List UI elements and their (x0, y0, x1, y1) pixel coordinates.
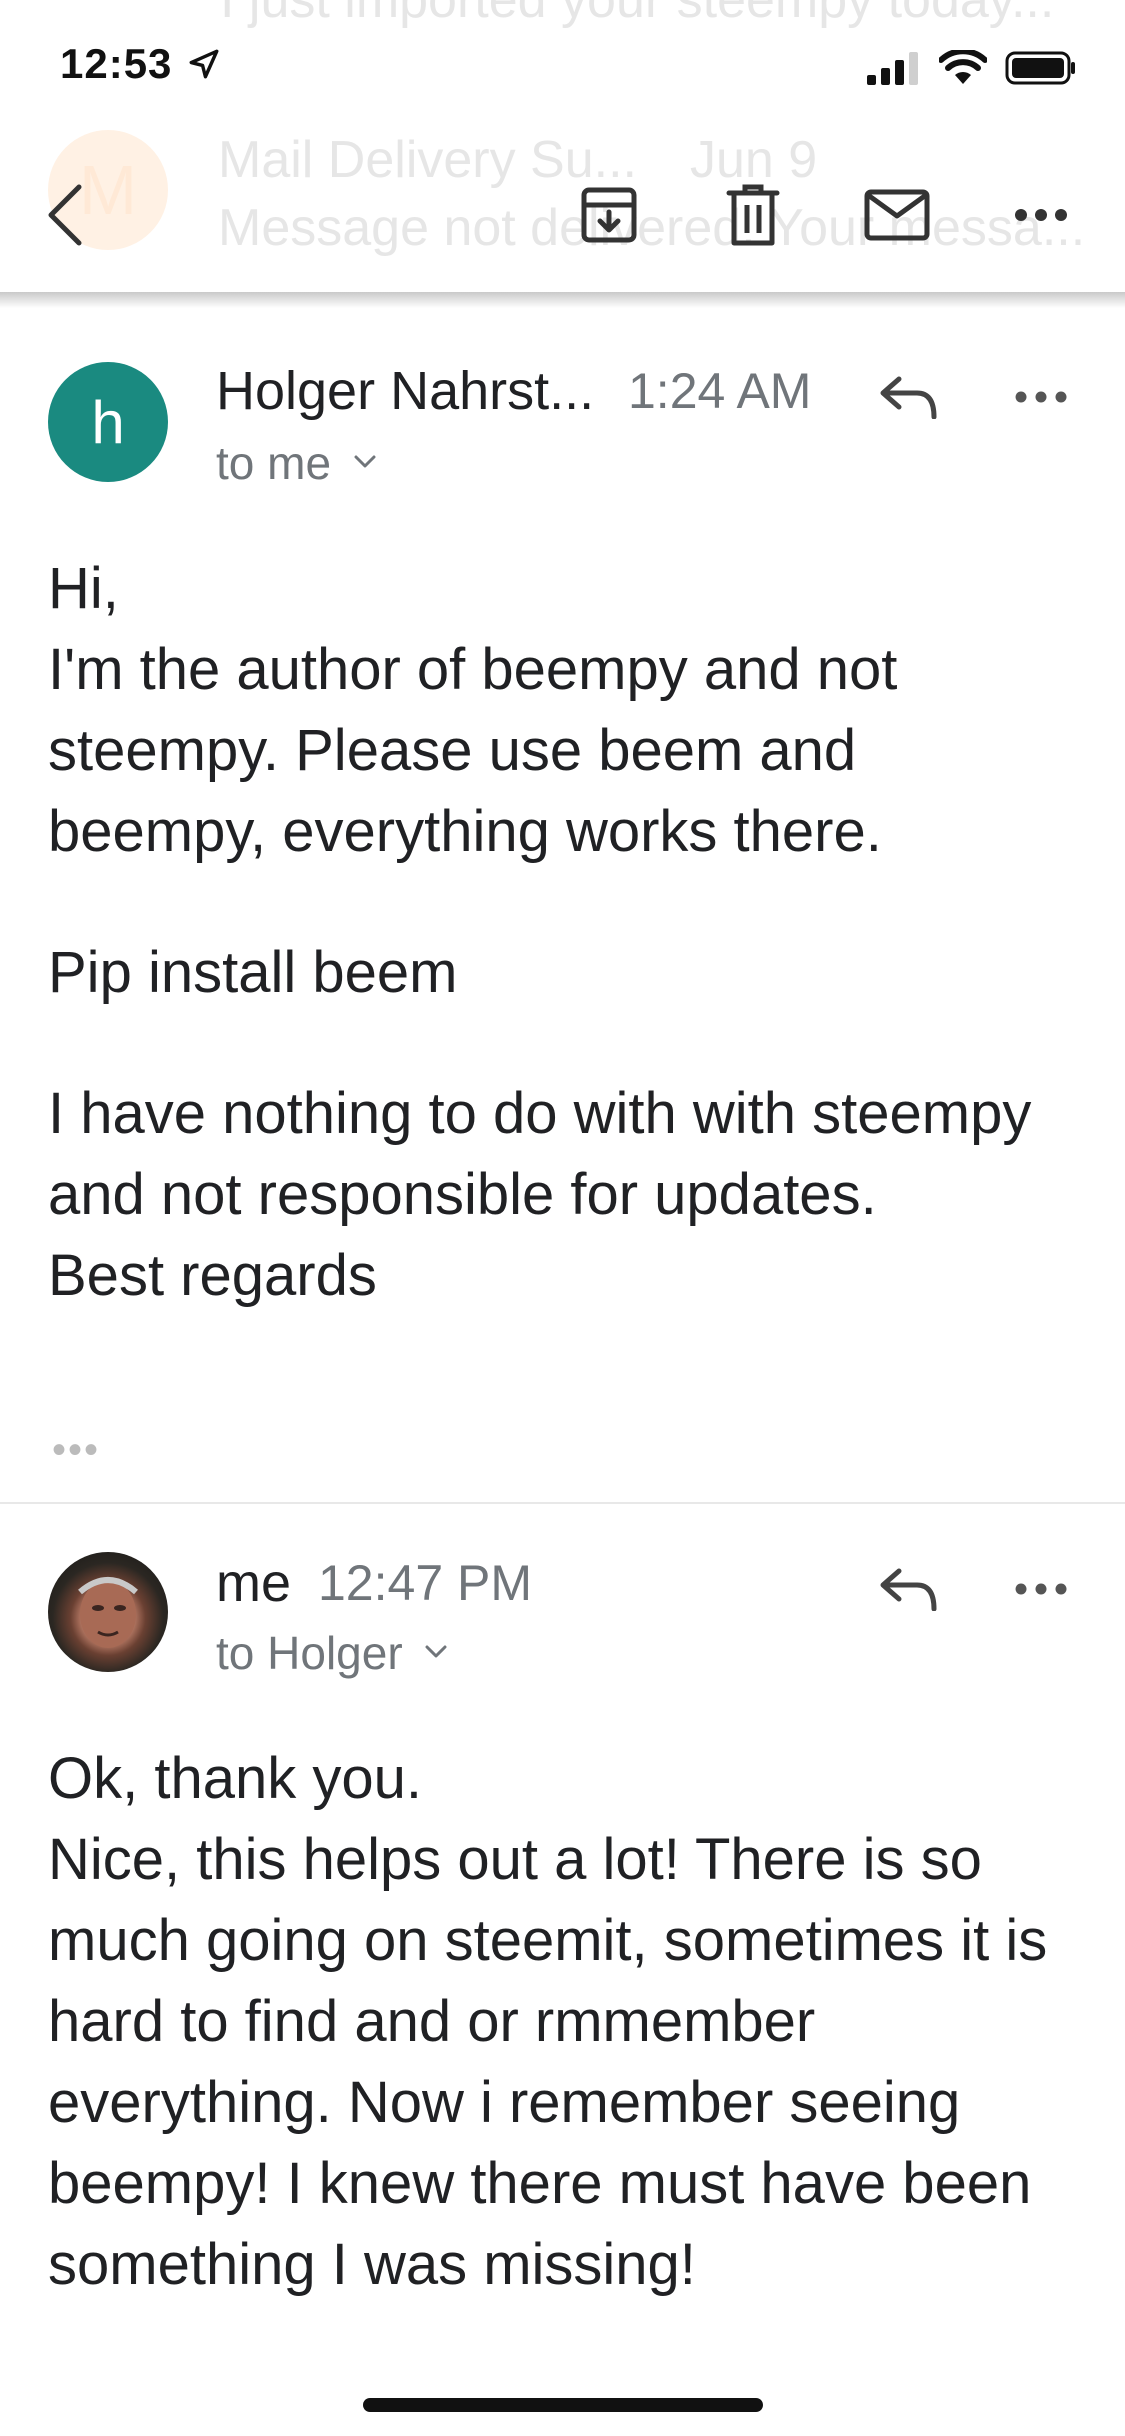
mark-unread-button[interactable] (852, 170, 942, 260)
delete-button[interactable] (708, 170, 798, 260)
message-body: Hi, I'm the author of beempy and not ste… (48, 548, 1088, 1316)
background-list-preview: I just imported your steempy today... (220, 0, 1055, 29)
recipient-toggle[interactable]: to me (216, 436, 376, 490)
reply-button[interactable] (864, 352, 954, 442)
archive-icon (581, 187, 637, 243)
sender-avatar-photo[interactable] (48, 1552, 168, 1672)
trash-icon (726, 184, 780, 246)
toolbar-divider (0, 292, 1125, 308)
wifi-icon (939, 50, 987, 84)
body-paragraph: Pip install beem (48, 940, 458, 1005)
location-arrow-icon (189, 49, 219, 79)
status-bar-icons (867, 50, 1077, 86)
body-paragraph: I have nothing to do with with steempy a… (48, 1081, 1032, 1227)
more-horizontal-icon (1015, 209, 1067, 221)
status-time-text: 12:53 (60, 40, 173, 87)
message-body: Ok, thank you. Nice, this helps out a lo… (48, 1738, 1088, 2305)
body-line: Best regards (48, 1243, 377, 1308)
chevron-down-icon (354, 455, 376, 468)
avatar-letter: h (91, 388, 125, 456)
reply-icon (880, 376, 937, 419)
recipient-toggle[interactable]: to Holger (216, 1626, 447, 1680)
back-button[interactable] (20, 170, 110, 260)
recipient-text: to Holger (216, 1627, 403, 1679)
body-line: Hi, (48, 556, 119, 621)
home-indicator[interactable] (363, 2398, 763, 2412)
sender-name[interactable]: me (216, 1552, 291, 1614)
archive-button[interactable] (564, 170, 654, 260)
message-time: 12:47 PM (318, 1555, 533, 1611)
reply-button[interactable] (864, 1544, 954, 1634)
battery-icon (1005, 51, 1075, 85)
more-horizontal-icon (1015, 391, 1067, 403)
mail-icon (864, 189, 930, 241)
chevron-left-icon (48, 184, 82, 246)
body-paragraph: Nice, this helps out a lot! There is so … (48, 1827, 1048, 2297)
message-divider (0, 1502, 1125, 1504)
show-trimmed-content-button[interactable]: ••• (52, 1428, 100, 1473)
message-time: 1:24 AM (628, 363, 812, 419)
reply-icon (880, 1568, 937, 1611)
chevron-down-icon (425, 1645, 447, 1658)
profile-photo-icon (78, 1577, 138, 1648)
recipient-text: to me (216, 437, 332, 489)
status-bar-time: 12:53 (60, 40, 221, 88)
sender-name[interactable]: Holger Nahrst... (216, 360, 594, 422)
cellular-signal-icon (867, 52, 918, 85)
body-paragraph: I'm the author of beempy and not steempy… (48, 637, 898, 864)
sender-avatar[interactable]: h (48, 362, 168, 482)
more-horizontal-icon (1015, 1583, 1067, 1595)
body-line: Ok, thank you. (48, 1746, 422, 1811)
message-more-button[interactable] (996, 1544, 1086, 1634)
message-more-button[interactable] (996, 352, 1086, 442)
more-options-button[interactable] (996, 170, 1086, 260)
